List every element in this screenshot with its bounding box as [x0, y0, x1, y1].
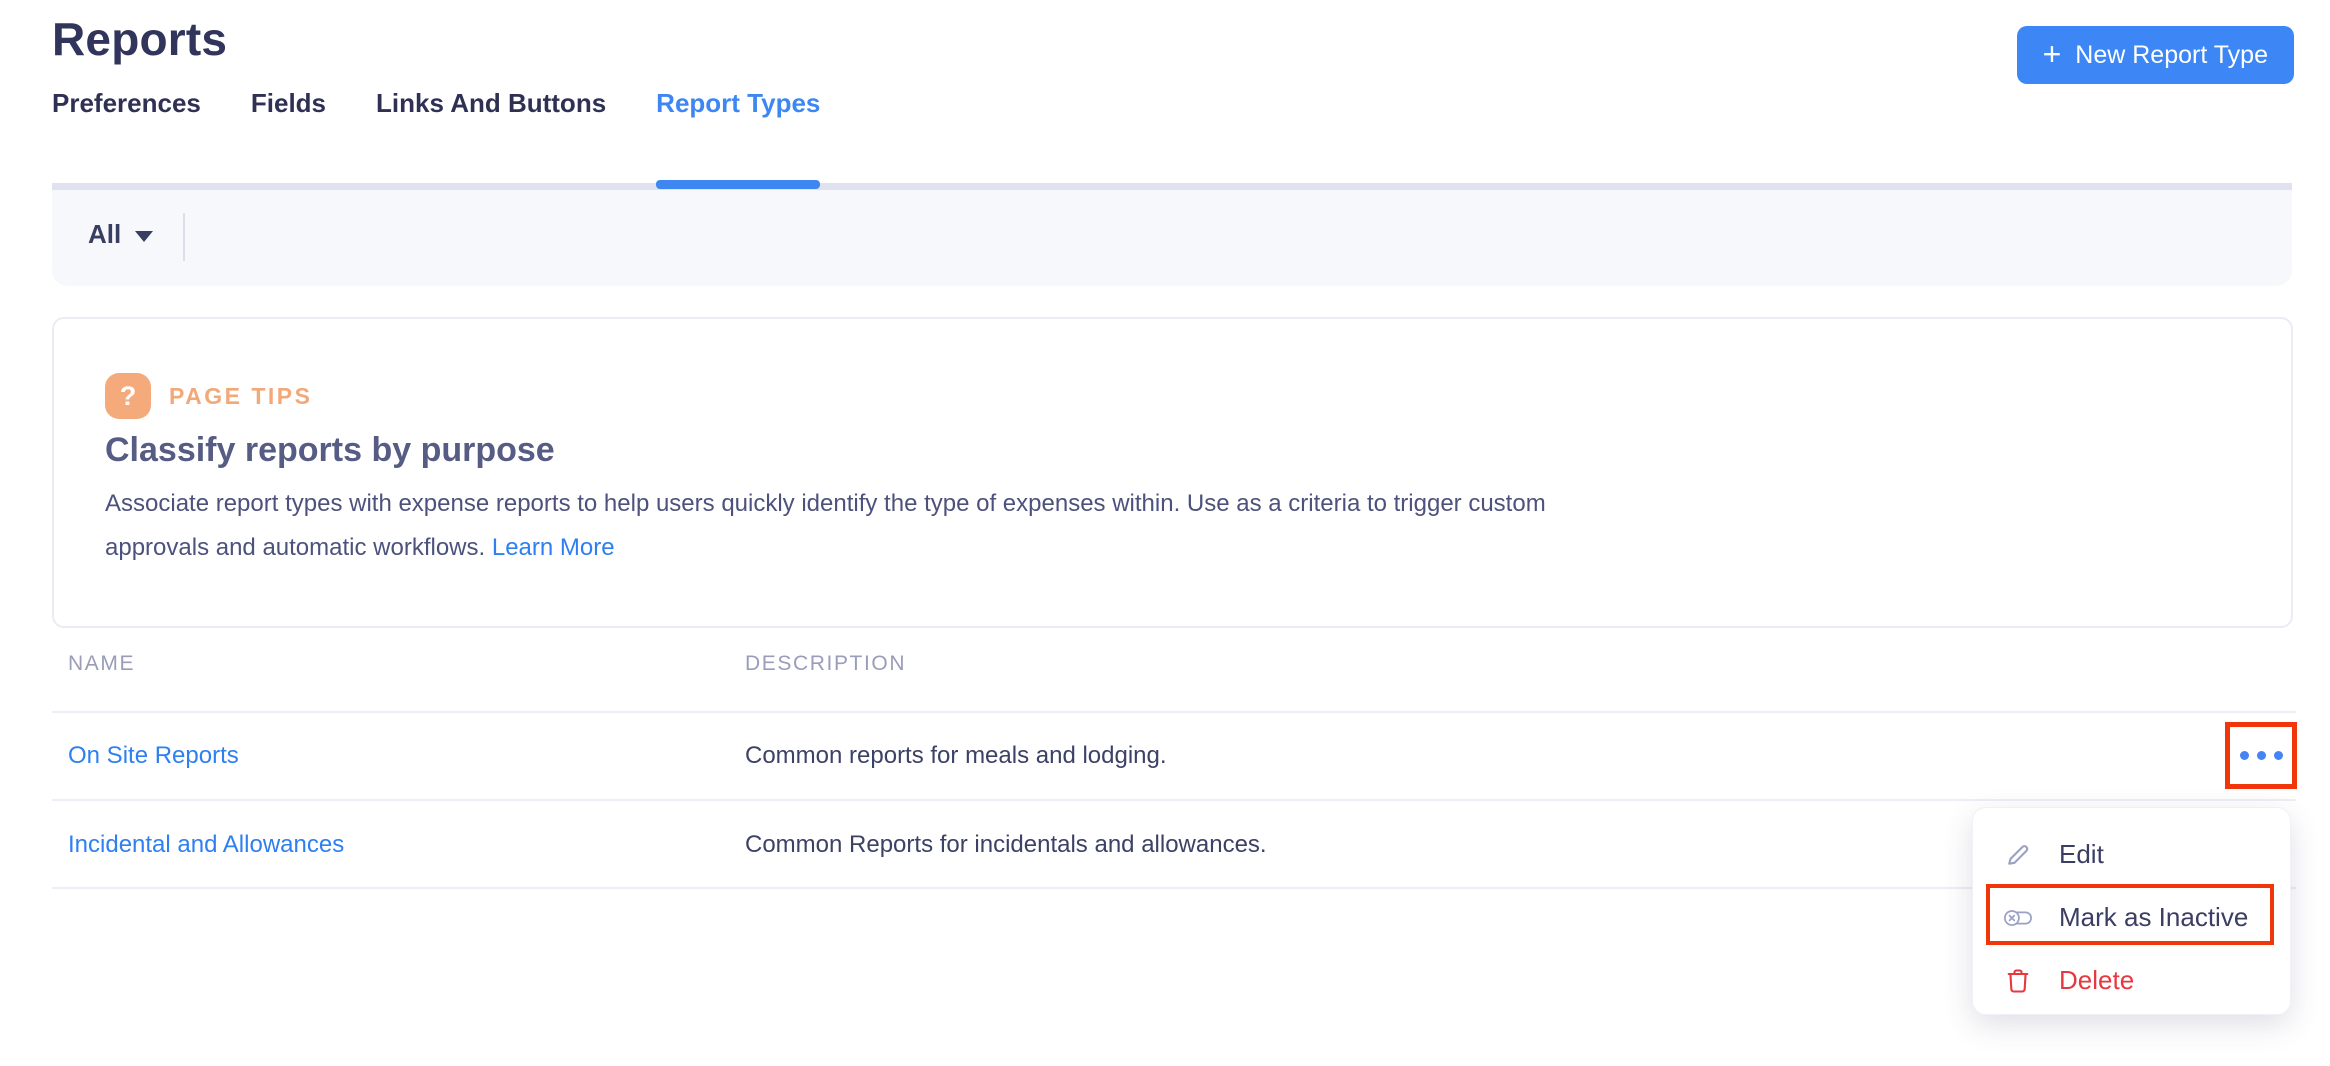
column-header-description: DESCRIPTION	[745, 652, 906, 676]
tab-report-types[interactable]: Report Types	[656, 88, 820, 129]
tabs-bottom-border	[52, 183, 2292, 190]
page-tips-badge: PAGE TIPS	[169, 383, 313, 410]
menu-item-label: Delete	[2059, 965, 2134, 996]
report-type-link-incidental-and-allowances[interactable]: Incidental and Allowances	[68, 831, 344, 859]
new-report-type-label: New Report Type	[2075, 41, 2268, 70]
tab-links-and-buttons[interactable]: Links And Buttons	[376, 88, 606, 129]
pencil-icon	[2003, 841, 2033, 869]
page-tips-heading: Classify reports by purpose	[105, 431, 555, 470]
filter-all-label: All	[88, 219, 121, 250]
row-actions-menu: Edit Mark as Inactive Delete	[1972, 807, 2291, 1015]
page-tips-badge-row: ? PAGE TIPS	[105, 373, 313, 419]
report-type-description: Common reports for meals and lodging.	[745, 742, 1167, 770]
filter-all-dropdown[interactable]: All	[88, 219, 153, 250]
reports-settings-page: Reports + New Report Type Preferences Fi…	[0, 0, 2330, 1066]
chevron-down-icon	[135, 231, 153, 242]
column-header-name: NAME	[68, 652, 135, 676]
menu-item-label: Mark as Inactive	[2059, 902, 2248, 933]
page-tips-text: Associate report types with expense repo…	[105, 490, 1546, 561]
tab-preferences[interactable]: Preferences	[52, 88, 201, 129]
table-divider	[52, 711, 2296, 713]
filter-toolbar: All	[52, 190, 2292, 286]
report-type-link-on-site-reports[interactable]: On Site Reports	[68, 742, 239, 770]
table-divider	[52, 887, 2296, 889]
tab-fields[interactable]: Fields	[251, 88, 326, 129]
toggle-off-icon	[2003, 907, 2033, 929]
table-divider	[52, 799, 2296, 801]
toolbar-divider	[183, 213, 185, 261]
row-actions-ellipsis-button[interactable]	[2225, 722, 2297, 789]
new-report-type-button[interactable]: + New Report Type	[2017, 26, 2294, 84]
page-title: Reports	[52, 12, 227, 66]
question-mark-icon: ?	[105, 373, 151, 419]
settings-tabs: Preferences Fields Links And Buttons Rep…	[52, 88, 820, 129]
report-type-description: Common Reports for incidentals and allow…	[745, 831, 1267, 859]
menu-item-delete[interactable]: Delete	[1973, 949, 2290, 1012]
plus-icon: +	[2043, 38, 2062, 70]
learn-more-link[interactable]: Learn More	[492, 534, 615, 561]
ellipsis-icon	[2240, 751, 2249, 760]
page-tips-body: Associate report types with expense repo…	[105, 482, 1635, 570]
page-tips-card: ? PAGE TIPS Classify reports by purpose …	[52, 317, 2293, 628]
trash-icon	[2003, 967, 2033, 995]
menu-item-mark-as-inactive[interactable]: Mark as Inactive	[1973, 886, 2290, 949]
menu-item-edit[interactable]: Edit	[1973, 823, 2290, 886]
menu-item-label: Edit	[2059, 839, 2104, 870]
